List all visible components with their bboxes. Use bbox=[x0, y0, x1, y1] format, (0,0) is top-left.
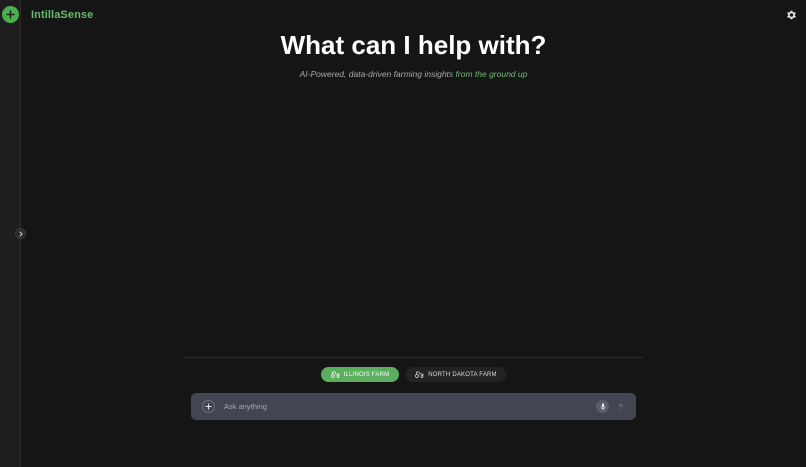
subtitle-accent: from the ground up bbox=[455, 69, 528, 79]
attach-button[interactable] bbox=[202, 400, 215, 413]
farm-chip-label: NORTH DAKOTA FARM bbox=[428, 371, 497, 378]
tractor-icon bbox=[330, 371, 340, 378]
microphone-icon bbox=[600, 402, 605, 410]
ask-input[interactable] bbox=[224, 399, 584, 414]
page-title: What can I help with? bbox=[280, 30, 547, 60]
settings-button[interactable] bbox=[785, 9, 797, 21]
chat-composer bbox=[191, 393, 636, 420]
send-button[interactable] bbox=[614, 400, 627, 413]
farm-chip-label: ILLINOIS FARM bbox=[343, 371, 390, 378]
arrow-up-icon bbox=[617, 403, 624, 410]
voice-input-button[interactable] bbox=[596, 400, 609, 413]
brand-name: IntillaSense bbox=[31, 9, 94, 21]
app-root: IntillaSense What can I help with? AI-Po… bbox=[0, 0, 806, 467]
page-subtitle: AI-Powered, data-driven farming insights… bbox=[21, 69, 806, 79]
tractor-icon bbox=[415, 371, 424, 378]
sidebar-toggle-button[interactable] bbox=[15, 228, 26, 239]
subtitle-text: AI-Powered, data-driven farming insights bbox=[299, 69, 456, 79]
gear-icon bbox=[787, 10, 796, 20]
new-chat-button[interactable] bbox=[2, 6, 19, 23]
plus-icon bbox=[205, 403, 212, 410]
chevron-right-icon bbox=[19, 231, 23, 236]
divider bbox=[183, 357, 643, 358]
farm-chip-illinois[interactable]: ILLINOIS FARM bbox=[321, 367, 399, 382]
plus-icon bbox=[6, 10, 15, 19]
farm-chip-north-dakota[interactable]: NORTH DAKOTA FARM bbox=[406, 367, 506, 382]
